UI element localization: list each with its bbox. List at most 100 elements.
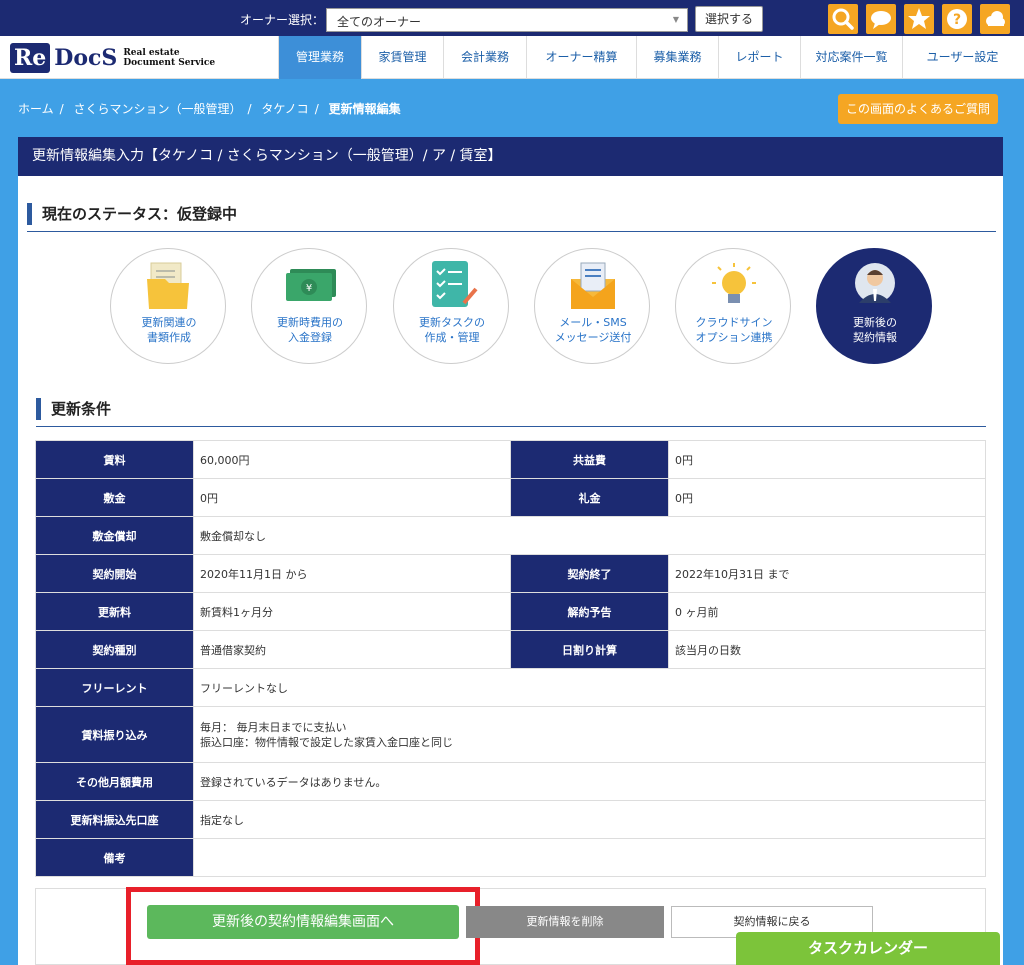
- status-title: 現在のステータス：仮登録中: [27, 203, 237, 225]
- cloud-icon[interactable]: [980, 4, 1010, 34]
- panel-title: 更新情報編集入力【タケノコ / さくらマンション（一般管理）/ ア / 賃室】: [18, 137, 1003, 176]
- rent-transfer-line2: 振込口座：物件情報で設定した家賃入金口座と同じ: [200, 735, 453, 749]
- logo-re: Re: [10, 43, 51, 73]
- step-mail[interactable]: メール・SMS メッセージ送付: [534, 248, 650, 364]
- lightbulb-icon: [712, 263, 756, 303]
- logo-subtitle-line2: Document Service: [123, 58, 216, 68]
- main-nav-bar: Re DocS Real estate Document Service 管理業…: [0, 36, 1024, 79]
- nav-accounting[interactable]: 会計業務: [443, 36, 526, 79]
- step-tasks[interactable]: 更新タスクの 作成・管理: [393, 248, 509, 364]
- logo-subtitle-line1: Real estate: [123, 48, 180, 58]
- svg-text:?: ?: [953, 12, 961, 28]
- nav-management[interactable]: 管理業務: [278, 36, 361, 79]
- remarks-label: 備考: [35, 838, 194, 877]
- checklist-icon: [432, 261, 478, 307]
- step-contract-info-label: 更新後の 契約情報: [853, 316, 897, 344]
- free-rent-value: フリーレントなし: [193, 668, 986, 707]
- step-documents[interactable]: 更新関連の 書類作成: [110, 248, 226, 364]
- main-nav: 管理業務 家賃管理 会計業務 オーナー精算 募集業務 レポート 対応案件一覧 ユ…: [278, 36, 1022, 79]
- deposit-value: 0円: [193, 478, 511, 517]
- nav-owner-settlement[interactable]: オーナー精算: [526, 36, 636, 79]
- key-money-value: 0円: [668, 478, 986, 517]
- contract-type-value: 普通借家契約: [193, 630, 511, 669]
- common-fee-label: 共益費: [510, 440, 669, 479]
- table-row: その他月額費用 登録されているデータはありません。: [35, 762, 986, 801]
- contract-start-value: 2020年11月1日 から: [193, 554, 511, 593]
- conditions-table: 賃料 60,000円 共益費 0円 敷金 0円 礼金 0円 敷金償却 敷金償却な…: [35, 440, 986, 877]
- conditions-divider: [36, 426, 986, 427]
- step-circles: 更新関連の 書類作成 ¥ 更新時費用の 入金登録 更新タスクの 作成・管理 メー…: [110, 248, 940, 364]
- rent-transfer-label: 賃料振り込み: [35, 706, 194, 763]
- chevron-down-icon: ▼: [672, 15, 679, 24]
- step-contract-info[interactable]: 更新後の 契約情報: [816, 248, 932, 364]
- status-divider: [27, 231, 996, 232]
- contract-end-value: 2022年10月31日 まで: [668, 554, 986, 593]
- owner-select-value: 全てのオーナー: [337, 15, 422, 29]
- contract-end-label: 契約終了: [510, 554, 669, 593]
- highlight-box: [126, 887, 480, 965]
- breadcrumb: ホーム / さくらマンション（一般管理） / タケノコ / 更新情報編集: [18, 102, 401, 116]
- contract-start-label: 契約開始: [35, 554, 194, 593]
- nav-cases[interactable]: 対応案件一覧: [800, 36, 902, 79]
- delete-renewal-button[interactable]: 更新情報を削除: [466, 906, 664, 938]
- step-payment[interactable]: ¥ 更新時費用の 入金登録: [251, 248, 367, 364]
- table-row: フリーレント フリーレントなし: [35, 668, 986, 707]
- other-monthly-value: 登録されているデータはありません。: [193, 762, 986, 801]
- svg-text:¥: ¥: [306, 283, 312, 294]
- owner-select-label: オーナー選択：: [240, 13, 325, 27]
- select-owner-button[interactable]: 選択する: [695, 6, 763, 32]
- person-icon: [855, 263, 895, 303]
- chat-icon[interactable]: [866, 4, 896, 34]
- rent-transfer-line1: 毎月： 毎月末日までに支払い: [200, 720, 347, 734]
- remarks-value: [193, 838, 986, 877]
- table-row: 更新料 新賃料1ヶ月分 解約予告 0 ヶ月前: [35, 592, 986, 631]
- deposit-amortization-label: 敷金償却: [35, 516, 194, 555]
- nav-report[interactable]: レポート: [718, 36, 800, 79]
- other-monthly-label: その他月額費用: [35, 762, 194, 801]
- step-tasks-label: 更新タスクの 作成・管理: [419, 316, 485, 344]
- logo-subtitle: Real estate Document Service: [123, 48, 215, 68]
- table-row: 賃料振り込み 毎月： 毎月末日までに支払い 振込口座：物件情報で設定した家賃入金…: [35, 706, 986, 763]
- key-money-label: 礼金: [510, 478, 669, 517]
- free-rent-label: フリーレント: [35, 668, 194, 707]
- breadcrumb-current: 更新情報編集: [328, 102, 401, 116]
- renewal-fee-label: 更新料: [35, 592, 194, 631]
- faq-button[interactable]: この画面のよくあるご質問: [838, 94, 998, 124]
- step-documents-label: 更新関連の 書類作成: [141, 316, 197, 344]
- renewal-account-value: 指定なし: [193, 800, 986, 839]
- step-cloudsign[interactable]: クラウドサイン オプション連携: [675, 248, 791, 364]
- table-row: 敷金償却 敷金償却なし: [35, 516, 986, 555]
- breadcrumb-property[interactable]: さくらマンション（一般管理）: [74, 102, 242, 116]
- nav-user-settings[interactable]: ユーザー設定: [902, 36, 1022, 79]
- contract-type-label: 契約種別: [35, 630, 194, 669]
- mail-icon: [571, 262, 615, 309]
- daily-calc-label: 日割り計算: [510, 630, 669, 669]
- table-row: 更新料振込先口座 指定なし: [35, 800, 986, 839]
- breadcrumb-tenant[interactable]: タケノコ: [261, 102, 308, 116]
- app-logo[interactable]: Re DocS Real estate Document Service: [10, 41, 215, 75]
- rent-value: 60,000円: [193, 440, 511, 479]
- table-row: 契約種別 普通借家契約 日割り計算 該当月の日数: [35, 630, 986, 669]
- star-icon[interactable]: [904, 4, 934, 34]
- step-payment-label: 更新時費用の 入金登録: [277, 316, 343, 344]
- search-icon[interactable]: [828, 4, 858, 34]
- breadcrumb-home[interactable]: ホーム: [18, 102, 54, 116]
- top-bar: オーナー選択： 全てのオーナー ▼ 選択する ?: [0, 0, 1024, 36]
- renewal-fee-value: 新賃料1ヶ月分: [193, 592, 511, 631]
- owner-select[interactable]: 全てのオーナー ▼: [326, 8, 688, 32]
- table-row: 賃料 60,000円 共益費 0円: [35, 440, 986, 479]
- common-fee-value: 0円: [668, 440, 986, 479]
- deposit-label: 敷金: [35, 478, 194, 517]
- step-cloudsign-label: クラウドサイン オプション連携: [695, 316, 773, 344]
- daily-calc-value: 該当月の日数: [668, 630, 986, 669]
- nav-rent[interactable]: 家賃管理: [361, 36, 443, 79]
- cancel-notice-label: 解約予告: [510, 592, 669, 631]
- rent-label: 賃料: [35, 440, 194, 479]
- cancel-notice-value: 0 ヶ月前: [668, 592, 986, 631]
- help-icon[interactable]: ?: [942, 4, 972, 34]
- nav-recruitment[interactable]: 募集業務: [636, 36, 718, 79]
- table-row: 備考: [35, 838, 986, 877]
- task-calendar-tab[interactable]: タスクカレンダー: [736, 932, 1000, 965]
- money-icon: ¥: [286, 269, 336, 301]
- deposit-amortization-value: 敷金償却なし: [193, 516, 986, 555]
